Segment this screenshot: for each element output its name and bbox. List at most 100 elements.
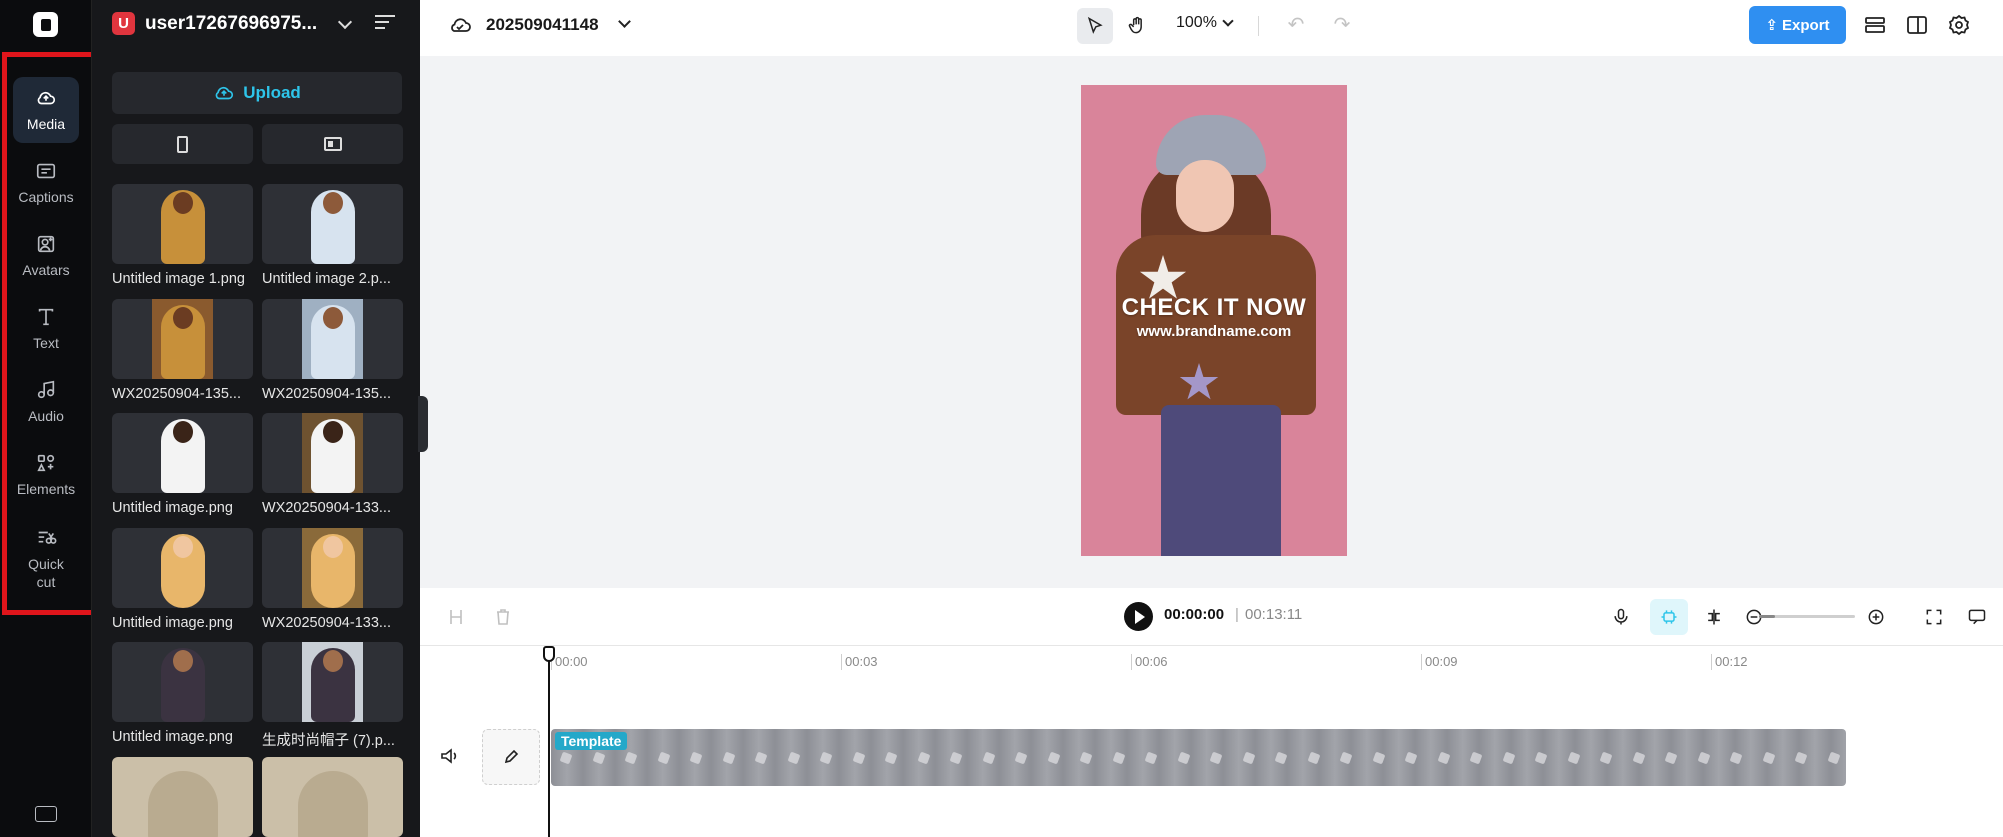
media-thumbnail xyxy=(262,184,403,264)
clip-frame-thumbnail xyxy=(1372,751,1385,765)
auto-snap-toggle[interactable] xyxy=(1650,599,1688,635)
clip-label: Template xyxy=(555,732,628,750)
zoom-level[interactable]: 100% xyxy=(1176,14,1217,32)
timeline-zoom-slider[interactable] xyxy=(1759,615,1855,618)
undo-icon[interactable]: ↶ xyxy=(1285,14,1307,36)
chevron-down-icon[interactable] xyxy=(337,14,353,30)
play-button[interactable] xyxy=(1124,602,1153,631)
clip-frame-thumbnail xyxy=(1404,751,1418,765)
upload-label: Upload xyxy=(243,83,301,102)
export-button[interactable]: ⇪ Export xyxy=(1749,6,1846,44)
preview-model-face xyxy=(1176,160,1234,232)
portrait-filter-button[interactable] xyxy=(112,124,253,164)
comment-icon[interactable] xyxy=(1964,604,1990,630)
media-item[interactable]: Untitled image.png xyxy=(112,528,253,631)
clip-frame-thumbnail xyxy=(1339,751,1353,765)
clip-frame-thumbnail xyxy=(884,751,898,765)
trash-icon[interactable] xyxy=(493,607,513,627)
layers-icon[interactable] xyxy=(1863,14,1887,36)
speaker-icon[interactable] xyxy=(440,748,460,764)
layout-panel-icon[interactable] xyxy=(1905,14,1929,36)
media-item[interactable]: WX20250904-135... xyxy=(262,299,403,402)
media-item[interactable] xyxy=(112,757,253,837)
clip-frame-thumbnail xyxy=(982,751,995,765)
microphone-icon[interactable] xyxy=(1608,604,1634,630)
media-item[interactable]: WX20250904-133... xyxy=(262,528,403,631)
video-preview-canvas[interactable]: CHECK IT NOW www.brandname.com xyxy=(1081,85,1347,556)
split-track-icon[interactable] xyxy=(1701,604,1727,630)
timeline[interactable]: 00:00 00:03 00:06 00:09 00:12 Template xyxy=(420,646,2003,837)
avatar: U xyxy=(112,12,135,35)
ruler-tick: 00:03 xyxy=(841,654,878,670)
media-item[interactable]: 生成时尚帽子 (7).p... xyxy=(262,642,403,750)
media-caption: Untitled image 2.p... xyxy=(262,271,391,287)
ruler-tick: 00:12 xyxy=(1711,654,1748,670)
project-title[interactable]: 202509041148 xyxy=(486,15,599,35)
split-icon[interactable] xyxy=(446,607,466,627)
app-logo[interactable] xyxy=(33,12,58,37)
template-clip[interactable]: Template xyxy=(551,729,1846,786)
zoom-in-icon[interactable] xyxy=(1863,604,1889,630)
chevron-down-icon[interactable] xyxy=(618,15,631,28)
clip-frame-thumbnail xyxy=(754,751,768,765)
clip-frame-thumbnail xyxy=(1307,751,1320,765)
clip-frame-thumbnail xyxy=(819,751,833,765)
chevron-down-icon[interactable] xyxy=(1222,15,1234,27)
clip-frame-thumbnail xyxy=(559,751,573,765)
clip-frame-thumbnail xyxy=(1534,751,1548,765)
select-tool-button[interactable] xyxy=(1077,8,1113,44)
clip-frame-thumbnail xyxy=(1079,751,1093,765)
settings-gear-icon[interactable] xyxy=(1947,14,1971,36)
player-controls: 00:00:00 | 00:13:11 xyxy=(420,588,2003,646)
clip-frame-thumbnail xyxy=(689,751,703,765)
preview-headline[interactable]: CHECK IT NOW xyxy=(1081,294,1347,322)
user-name: user17267696975... xyxy=(145,12,318,34)
clip-frame-thumbnail xyxy=(1274,751,1288,765)
account-switcher[interactable]: U user17267696975... xyxy=(112,12,330,35)
sort-menu-icon[interactable] xyxy=(375,15,395,31)
media-item[interactable]: Untitled image 2.p... xyxy=(262,184,403,287)
time-separator: | xyxy=(1235,606,1239,623)
clip-frame-thumbnail xyxy=(1794,751,1808,765)
media-caption: Untitled image.png xyxy=(112,500,233,516)
media-thumbnail xyxy=(112,413,253,493)
media-thumbnail xyxy=(112,757,253,837)
export-label: Export xyxy=(1782,16,1830,34)
top-toolbar: 202509041148 100% ↶ ↷ ⇪ Export xyxy=(420,0,2003,56)
upload-button[interactable]: Upload xyxy=(112,72,402,114)
fit-screen-icon[interactable] xyxy=(1921,604,1947,630)
redo-icon[interactable]: ↷ xyxy=(1331,14,1353,36)
media-item[interactable]: WX20250904-133... xyxy=(262,413,403,516)
hand-tool-button[interactable] xyxy=(1119,8,1155,44)
playhead-handle[interactable] xyxy=(543,646,555,662)
media-caption: WX20250904-135... xyxy=(262,386,391,402)
phone-icon xyxy=(177,135,188,153)
preview-url[interactable]: www.brandname.com xyxy=(1081,323,1347,340)
media-item[interactable] xyxy=(262,757,403,837)
ruler-tick: 00:00 xyxy=(551,654,588,670)
playhead[interactable] xyxy=(548,646,550,837)
clip-frame-thumbnail xyxy=(1729,751,1743,765)
media-caption: WX20250904-133... xyxy=(262,500,391,516)
media-item[interactable]: Untitled image.png xyxy=(112,413,253,516)
media-item[interactable]: Untitled image.png xyxy=(112,642,253,745)
media-caption: WX20250904-133... xyxy=(262,615,391,631)
hand-icon xyxy=(1128,16,1142,34)
clip-frame-thumbnail xyxy=(592,751,605,765)
media-item[interactable]: Untitled image 1.png xyxy=(112,184,253,287)
keyboard-icon[interactable] xyxy=(35,806,57,822)
media-thumbnail xyxy=(262,757,403,837)
export-icon: ⇪ xyxy=(1765,17,1779,34)
clip-frame-thumbnail xyxy=(1437,751,1450,765)
media-thumbnail xyxy=(262,299,403,379)
cloud-sync-icon[interactable] xyxy=(448,14,472,39)
media-item[interactable]: WX20250904-135... xyxy=(112,299,253,402)
clip-frame-thumbnail xyxy=(1762,751,1775,765)
landscape-filter-button[interactable] xyxy=(262,124,403,164)
media-caption: Untitled image.png xyxy=(112,615,233,631)
media-thumbnail xyxy=(262,528,403,608)
panel-collapse-handle[interactable] xyxy=(418,396,428,452)
clip-frame-thumbnail xyxy=(1664,751,1678,765)
clip-frame-thumbnail xyxy=(949,751,963,765)
cover-edit-button[interactable] xyxy=(482,729,540,785)
